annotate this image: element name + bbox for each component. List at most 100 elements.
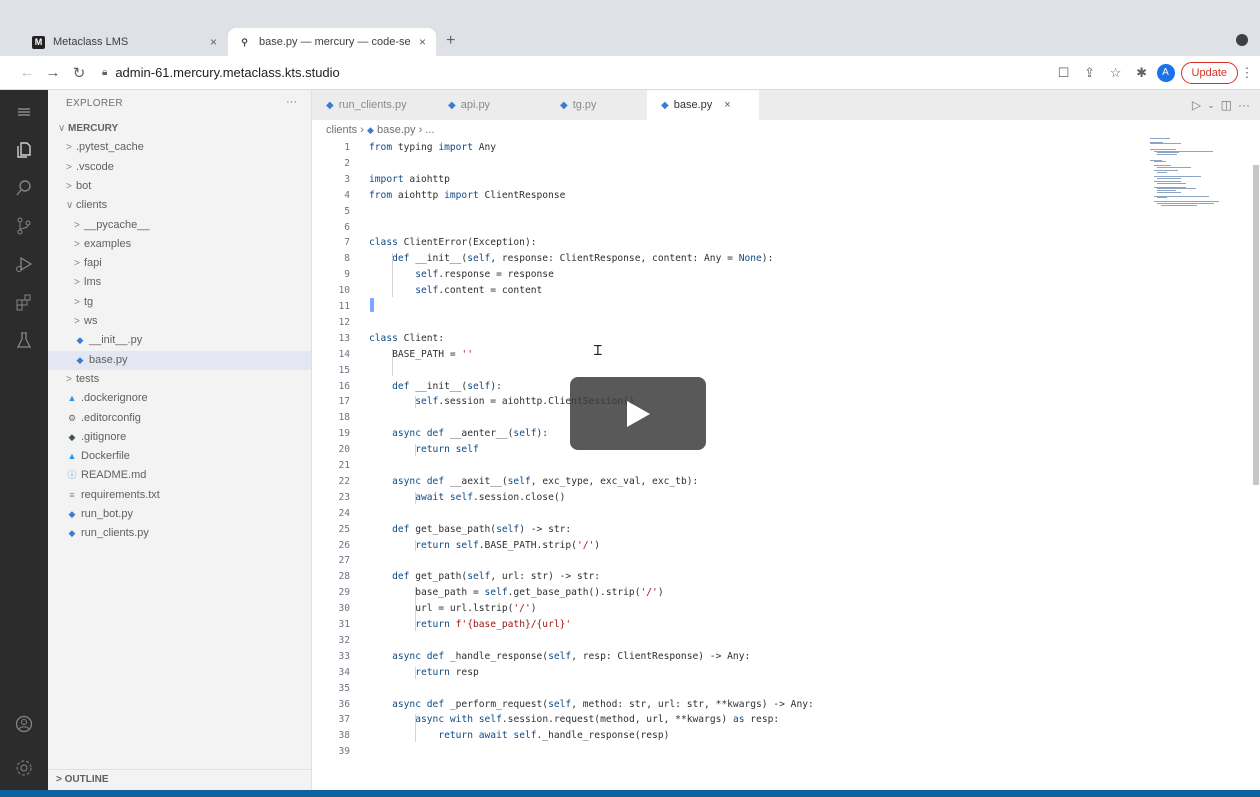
- tree-item[interactable]: > tests: [48, 370, 311, 389]
- source-control-icon[interactable]: [0, 208, 48, 244]
- line-number: 13: [338, 332, 350, 344]
- outline-section[interactable]: > OUTLINE: [48, 769, 311, 789]
- browser-tabstrip: M Metaclass LMS × ⚲ base.py — mercury — …: [0, 0, 1260, 56]
- line-number: 21: [338, 460, 350, 471]
- tree-item[interactable]: ◆ .gitignore: [48, 428, 311, 447]
- video-play-button[interactable]: [570, 377, 706, 450]
- tree-item-label: .gitignore: [81, 430, 127, 443]
- editor-tabs: ◆ run_clients.py ◆ api.py ◆ tg.py ◆ base.py ×…: [312, 90, 1260, 120]
- tree-item-label: run_clients.py: [81, 527, 149, 540]
- line-number: 4: [344, 189, 350, 201]
- code-text: return self.BASE_PATH.strip('/'): [415, 539, 601, 551]
- code-text: BASE_PATH = '': [369, 348, 473, 360]
- line-number: 3: [344, 173, 350, 185]
- code-text: def __init__(self, response: ClientRespo…: [392, 253, 774, 265]
- code-text: def get_base_path(self) -> str:: [392, 523, 572, 535]
- forward-arrow-icon[interactable]: →: [40, 64, 66, 81]
- tab-api[interactable]: ◆ api.py: [434, 90, 544, 120]
- tab-search-icon[interactable]: ☐: [1051, 65, 1077, 81]
- line-number: 14: [338, 348, 350, 360]
- browser-tab-metaclass[interactable]: M Metaclass LMS ×: [22, 28, 227, 56]
- tree-item[interactable]: ∨ clients: [48, 196, 311, 215]
- new-tab-button[interactable]: +: [446, 32, 455, 50]
- account-icon[interactable]: [0, 706, 48, 742]
- run-debug-icon[interactable]: [0, 246, 48, 282]
- chevron-down-icon[interactable]: ⌄: [1207, 90, 1215, 120]
- tree-item[interactable]: > bot: [48, 177, 311, 196]
- activity-bar: [0, 90, 48, 790]
- explorer-files-icon[interactable]: [0, 132, 48, 168]
- tree-item[interactable]: ◆ run_bot.py: [48, 505, 311, 524]
- tree-item[interactable]: ◆ __init__.py: [48, 331, 311, 350]
- share-icon[interactable]: ⇪: [1077, 65, 1103, 81]
- chevron-right-icon: >: [66, 161, 72, 173]
- back-arrow-icon[interactable]: ←: [14, 64, 40, 81]
- tree-item-label: __init__.py: [89, 334, 143, 347]
- reload-icon[interactable]: ↻: [66, 64, 92, 82]
- tree-item[interactable]: ≡ requirements.txt: [48, 486, 311, 505]
- line-number: 23: [338, 491, 350, 503]
- tree-item[interactable]: > lms: [48, 273, 311, 292]
- tab-run-clients[interactable]: ◆ run_clients.py: [312, 90, 432, 120]
- search-icon[interactable]: [0, 170, 48, 206]
- browser-tab-code-server[interactable]: ⚲ base.py — mercury — code-se ×: [228, 28, 436, 56]
- tree-item[interactable]: > fapi: [48, 254, 311, 273]
- minimap-line: [1157, 154, 1177, 156]
- tree-item[interactable]: ⓘ README.md: [48, 466, 311, 485]
- code-text: class Client:: [369, 332, 445, 344]
- update-button[interactable]: Update: [1180, 62, 1238, 84]
- extensions-icon[interactable]: [0, 284, 48, 320]
- url-text: admin-61.mercury.metaclass.kts.studio: [115, 65, 340, 80]
- tab-base[interactable]: ◆ base.py ×: [647, 90, 759, 120]
- breadcrumb-folder[interactable]: clients: [326, 124, 357, 136]
- minimap-line: [1153, 161, 1167, 163]
- close-icon[interactable]: ×: [724, 99, 730, 111]
- close-icon[interactable]: ×: [419, 35, 426, 49]
- tree-item-label: requirements.txt: [81, 488, 160, 501]
- settings-gear-icon[interactable]: [0, 750, 48, 786]
- tree-item[interactable]: > .vscode: [48, 158, 311, 177]
- code-text: self.content = content: [415, 285, 543, 297]
- tree-item[interactable]: ▲ .dockerignore: [48, 389, 311, 408]
- code-editor[interactable]: 1 from typing import Any 2 3 import aiohttp 4…: [312, 140, 1252, 780]
- tree-item[interactable]: ◆ base.py: [48, 350, 311, 370]
- code-text: async def __aenter__(self):: [392, 428, 549, 440]
- tree-item[interactable]: > tg: [48, 293, 311, 312]
- tree-item[interactable]: ⚙ .editorconfig: [48, 409, 311, 428]
- split-editor-icon[interactable]: ◫: [1221, 90, 1232, 120]
- more-vertical-icon[interactable]: ⋮: [1238, 65, 1256, 81]
- tree-item[interactable]: > .pytest_cache: [48, 138, 311, 157]
- text-caret: [370, 298, 374, 312]
- avatar[interactable]: A: [1156, 64, 1175, 82]
- tree-item[interactable]: > examples: [48, 235, 311, 254]
- menu-icon[interactable]: [0, 94, 48, 130]
- minimap-line: [1157, 166, 1192, 168]
- minimap[interactable]: [1150, 138, 1245, 208]
- tree-root-folder[interactable]: ∨ MERCURY: [48, 119, 311, 138]
- more-actions-icon[interactable]: ···: [286, 96, 297, 108]
- url-field[interactable]: 🔒︎ admin-61.mercury.metaclass.kts.studio: [102, 65, 340, 80]
- tree-item[interactable]: > ws: [48, 312, 311, 331]
- chevron-right-icon: >: [74, 277, 80, 289]
- extensions-icon[interactable]: ✱: [1129, 65, 1155, 81]
- tree-item[interactable]: ◆ run_clients.py: [48, 524, 311, 543]
- tab-tg[interactable]: ◆ tg.py: [546, 90, 656, 120]
- tree-item-label: fapi: [84, 257, 102, 270]
- tree-item[interactable]: ▲ Dockerfile: [48, 447, 311, 466]
- line-number: 28: [338, 571, 350, 583]
- browser-menu-icon[interactable]: [1236, 34, 1248, 46]
- tree-item[interactable]: > __pycache__: [48, 216, 311, 235]
- close-icon[interactable]: ×: [210, 35, 217, 49]
- vertical-scrollbar[interactable]: [1253, 165, 1259, 485]
- chevron-down-icon: ∨: [66, 200, 74, 212]
- breadcrumb-file[interactable]: base.py: [377, 124, 416, 136]
- run-icon[interactable]: ▷: [1192, 90, 1201, 120]
- bookmark-star-icon[interactable]: ☆: [1103, 65, 1129, 81]
- testing-flask-icon[interactable]: [0, 322, 48, 358]
- code-server-favicon-icon: ⚲: [241, 36, 248, 47]
- breadcrumb-symbol[interactable]: ...: [425, 124, 434, 136]
- code-text: return resp: [415, 666, 479, 678]
- indent-guide: [415, 491, 417, 504]
- more-actions-icon[interactable]: ···: [1238, 90, 1250, 120]
- docker-icon: ▲: [67, 451, 77, 462]
